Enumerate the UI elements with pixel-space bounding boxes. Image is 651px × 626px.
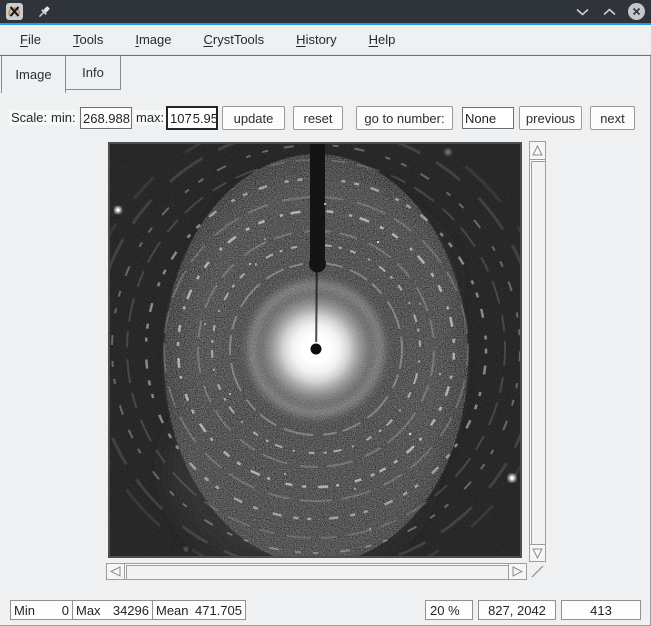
- chevron-down-icon: [576, 8, 589, 16]
- minimize-button[interactable]: [574, 3, 591, 20]
- status-pixel-value-cell: 413: [561, 600, 641, 620]
- menu-tools[interactable]: Tools: [69, 32, 107, 47]
- menu-history[interactable]: History: [292, 32, 340, 47]
- min-label: min:: [49, 110, 78, 125]
- status-min-cell: Min0: [10, 600, 73, 620]
- scroll-left-arrow[interactable]: [106, 563, 125, 580]
- menu-crysttools[interactable]: CrystTools: [199, 32, 268, 47]
- diffraction-image-view[interactable]: [108, 142, 522, 558]
- horizontal-scrollbar[interactable]: [106, 563, 527, 580]
- vertical-scrollbar[interactable]: [529, 141, 546, 562]
- max-label: max:: [134, 110, 166, 125]
- app-menu-icon[interactable]: [6, 3, 23, 20]
- horizontal-scroll-thumb[interactable]: [126, 565, 509, 580]
- tab-info[interactable]: Info: [66, 56, 121, 90]
- scale-label: Scale:: [9, 110, 49, 125]
- status-max-cell: Max34296: [72, 600, 153, 620]
- tab-image[interactable]: Image: [1, 56, 66, 93]
- x11-logo-icon: [8, 5, 21, 18]
- update-button[interactable]: update: [222, 106, 285, 130]
- close-button[interactable]: [628, 3, 645, 20]
- goto-number-input[interactable]: None: [462, 107, 514, 129]
- scroll-up-arrow[interactable]: [529, 141, 546, 160]
- chevron-up-icon: [603, 8, 616, 16]
- tab-bar: Image Info: [0, 55, 651, 93]
- app-window: File Tools Image CrystTools History Help…: [0, 0, 651, 626]
- goto-number-button[interactable]: go to number:: [356, 106, 453, 130]
- status-bar: Min0 Max34296 Mean471.705 20 % 827, 2042…: [0, 600, 651, 621]
- scroll-down-arrow[interactable]: [529, 544, 546, 562]
- close-icon: [632, 7, 641, 16]
- menu-file[interactable]: File: [16, 32, 45, 47]
- menubar: File Tools Image CrystTools History Help: [0, 25, 651, 55]
- pin-icon[interactable]: [36, 4, 52, 20]
- status-cursor-coords-cell: 827, 2042: [478, 600, 556, 620]
- status-zoom-cell: 20 %: [425, 600, 473, 620]
- previous-button[interactable]: previous: [519, 106, 582, 130]
- vertical-scroll-thumb[interactable]: [531, 161, 546, 546]
- scale-min-input[interactable]: 268.988: [80, 107, 132, 129]
- scroll-right-arrow[interactable]: [508, 563, 527, 580]
- maximize-button[interactable]: [601, 3, 618, 20]
- resize-grip[interactable]: [529, 563, 546, 580]
- reset-button[interactable]: reset: [293, 106, 343, 130]
- next-button[interactable]: next: [590, 106, 635, 130]
- titlebar[interactable]: [0, 0, 651, 23]
- status-mean-cell: Mean471.705: [152, 600, 246, 620]
- diffraction-pattern-image: [110, 144, 520, 556]
- scale-max-input[interactable]: 1075.95: [166, 106, 218, 130]
- scale-toolbar: Scale: min: 268.988 max: 1075.95 update …: [0, 104, 651, 132]
- menu-help[interactable]: Help: [365, 32, 400, 47]
- menu-image[interactable]: Image: [131, 32, 175, 47]
